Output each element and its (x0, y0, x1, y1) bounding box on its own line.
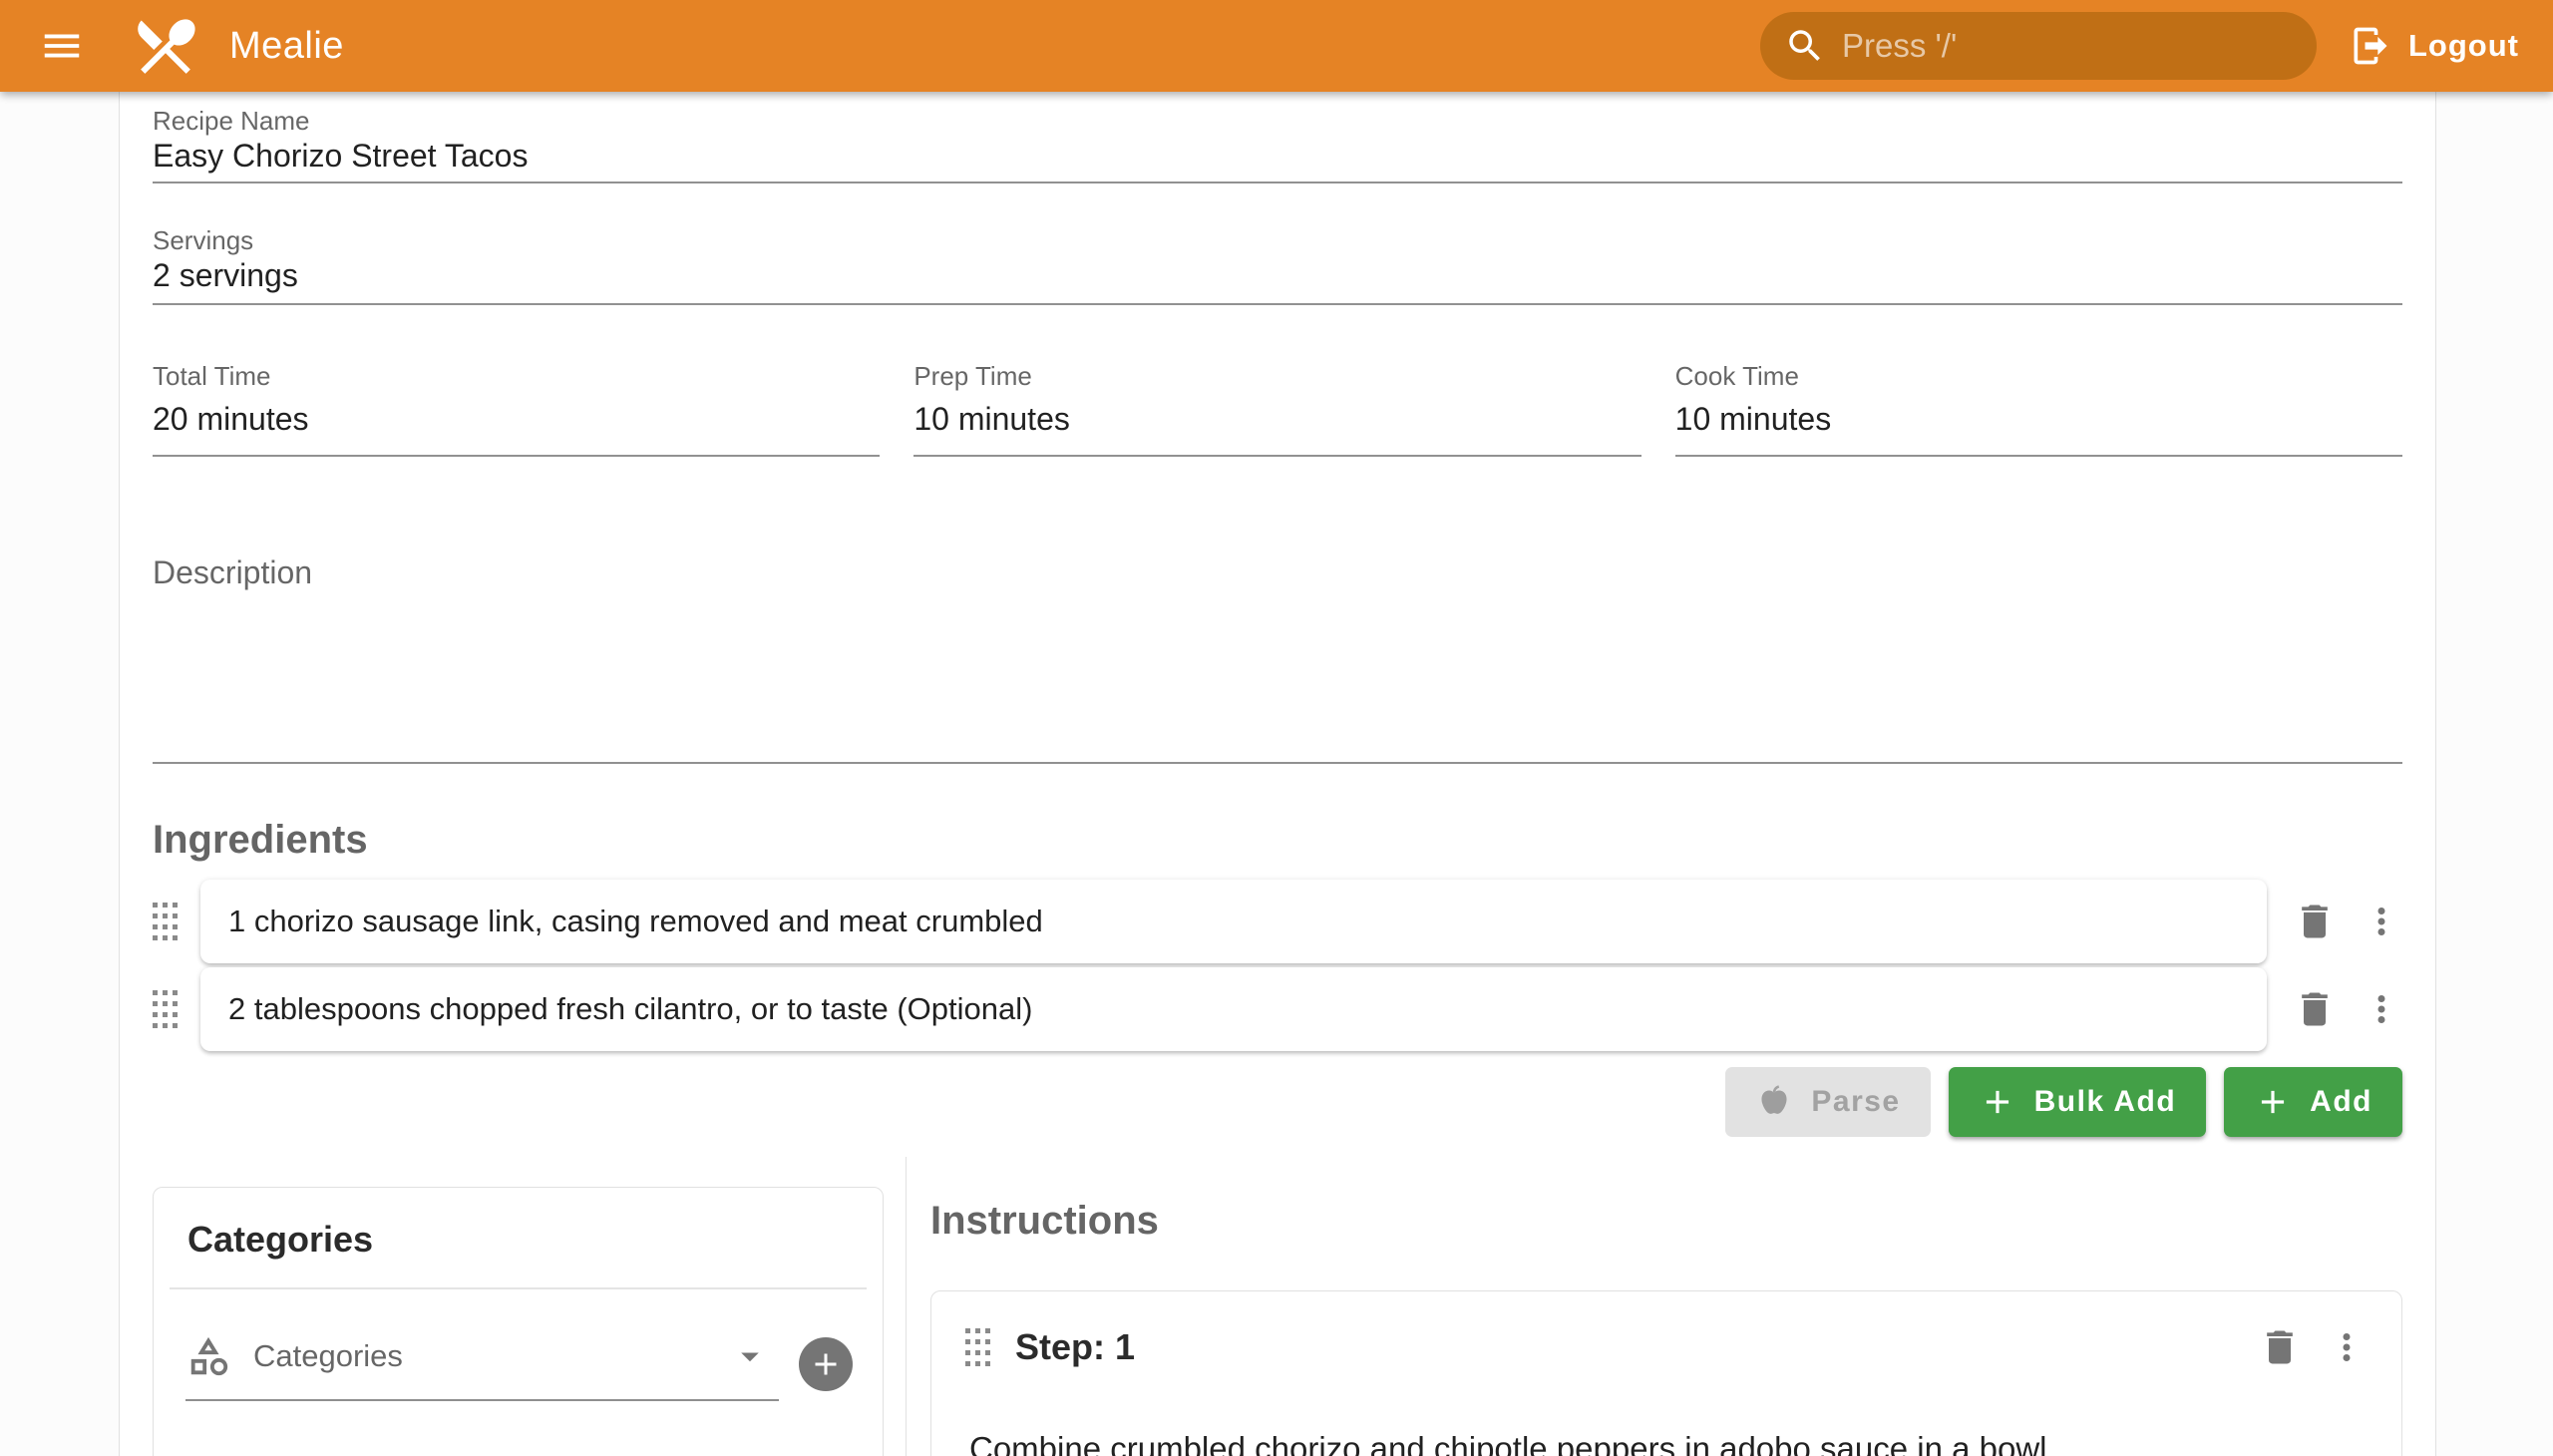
categories-card: Categories Categories (153, 1187, 884, 1456)
kebab-menu-icon (2361, 901, 2402, 942)
categories-column: Categories Categories (153, 1157, 884, 1456)
recipe-editor-card: Recipe Name Easy Chorizo Street Tacos Se… (119, 92, 2436, 1456)
ingredient-input[interactable]: 1 chorizo sausage link, casing removed a… (200, 880, 2267, 963)
app-bar: Mealie Logout (0, 0, 2553, 92)
logout-label: Logout (2408, 28, 2519, 64)
plus-icon (808, 1346, 844, 1382)
parse-label: Parse (1811, 1085, 1900, 1119)
step-header: Step: 1 (965, 1325, 2368, 1369)
chevron-down-icon[interactable] (729, 1335, 771, 1377)
categories-select[interactable]: Categories (185, 1329, 779, 1401)
menu-icon[interactable] (36, 20, 88, 72)
ingredient-text: 1 chorizo sausage link, casing removed a… (228, 904, 1043, 939)
add-button[interactable]: Add (2224, 1067, 2402, 1137)
ingredient-input[interactable]: 2 tablespoons chopped fresh cilantro, or… (200, 967, 2267, 1051)
ingredient-text: 2 tablespoons chopped fresh cilantro, or… (228, 991, 1032, 1027)
delete-ingredient-button[interactable] (2293, 900, 2337, 943)
cook-time-label: Cook Time (1675, 361, 2402, 391)
kebab-menu-icon (2361, 988, 2402, 1030)
prep-time-value[interactable]: 10 minutes (913, 399, 1641, 439)
cook-time-value[interactable]: 10 minutes (1675, 399, 2402, 439)
mealie-logo-icon (128, 8, 203, 84)
search-box[interactable] (1760, 12, 2317, 80)
delete-step-button[interactable] (2258, 1325, 2302, 1369)
ingredient-row: 1 chorizo sausage link, casing removed a… (153, 880, 2402, 963)
trash-icon (2293, 987, 2337, 1031)
ingredient-menu-button[interactable] (2361, 901, 2402, 942)
ingredient-menu-button[interactable] (2361, 988, 2402, 1030)
app-title: Mealie (229, 25, 344, 68)
description-field[interactable]: Description (153, 552, 2402, 764)
add-category-button[interactable] (799, 1337, 853, 1391)
servings-value[interactable]: 2 servings (153, 255, 2402, 295)
recipe-name-value[interactable]: Easy Chorizo Street Tacos (153, 136, 2402, 176)
instruction-step-card: Step: 1 Combine crumbled chorizo and chi… (930, 1290, 2402, 1456)
total-time-value[interactable]: 20 minutes (153, 399, 880, 439)
ingredients-heading: Ingredients (153, 816, 2402, 864)
step-text-input[interactable]: Combine crumbled chorizo and chipotle pe… (965, 1427, 2368, 1456)
search-icon (1784, 25, 1826, 67)
logout-button[interactable]: Logout (2345, 14, 2523, 78)
kebab-menu-icon (2326, 1326, 2368, 1368)
categories-select-row: Categories (154, 1289, 883, 1401)
trash-icon (2293, 900, 2337, 943)
shapes-icon (185, 1333, 231, 1379)
servings-field[interactable]: Servings 2 servings (153, 225, 2402, 305)
add-label: Add (2310, 1085, 2372, 1119)
recipe-name-label: Recipe Name (153, 106, 2402, 136)
total-time-label: Total Time (153, 361, 880, 391)
step-menu-button[interactable] (2326, 1326, 2368, 1368)
drag-handle-icon[interactable] (153, 987, 182, 1031)
plus-icon (2254, 1083, 2292, 1121)
prep-time-field[interactable]: Prep Time 10 minutes (913, 361, 1641, 457)
instructions-column: Instructions Step: 1 Combine crumbled ch… (907, 1157, 2402, 1456)
bottom-section: Categories Categories Instructions (153, 1157, 2402, 1456)
ingredient-row: 2 tablespoons chopped fresh cilantro, or… (153, 967, 2402, 1051)
logout-icon (2349, 24, 2392, 68)
recipe-name-field[interactable]: Recipe Name Easy Chorizo Street Tacos (153, 106, 2402, 183)
bulk-add-label: Bulk Add (2034, 1085, 2177, 1119)
total-time-field[interactable]: Total Time 20 minutes (153, 361, 880, 457)
instructions-heading: Instructions (930, 1197, 2402, 1245)
ingredient-actions-row: Parse Bulk Add Add (153, 1067, 2402, 1137)
delete-ingredient-button[interactable] (2293, 987, 2337, 1031)
time-fields-row: Total Time 20 minutes Prep Time 10 minut… (153, 361, 2402, 457)
cook-time-field[interactable]: Cook Time 10 minutes (1675, 361, 2402, 457)
bulk-add-button[interactable]: Bulk Add (1949, 1067, 2207, 1137)
categories-select-label: Categories (253, 1338, 729, 1374)
trash-icon (2258, 1325, 2302, 1369)
categories-card-title: Categories (154, 1188, 883, 1287)
prep-time-label: Prep Time (913, 361, 1641, 391)
step-title: Step: 1 (1015, 1326, 2232, 1368)
apple-icon (1755, 1083, 1793, 1121)
plus-icon (1979, 1083, 2016, 1121)
drag-handle-icon[interactable] (965, 1325, 995, 1369)
servings-label: Servings (153, 225, 2402, 255)
drag-handle-icon[interactable] (153, 900, 182, 943)
description-label: Description (153, 552, 2402, 592)
parse-button[interactable]: Parse (1725, 1067, 1930, 1137)
search-input[interactable] (1842, 27, 2293, 65)
